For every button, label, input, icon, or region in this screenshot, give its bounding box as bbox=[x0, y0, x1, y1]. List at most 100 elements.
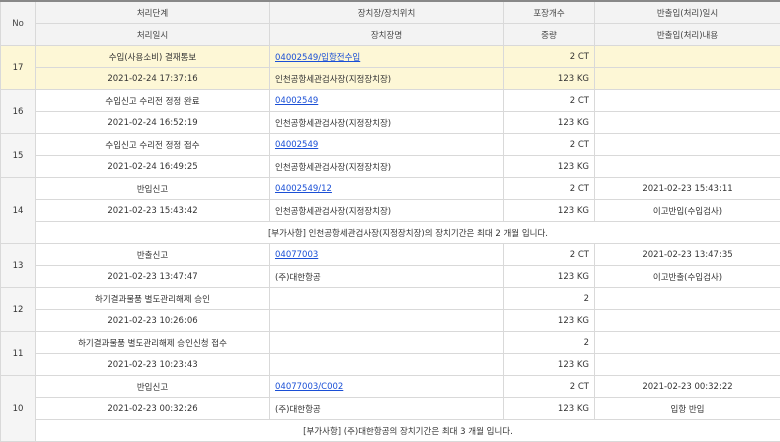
row-inout-detail bbox=[595, 112, 780, 134]
table-row-sub: 2021-02-23 10:23:43 123 KG bbox=[1, 354, 780, 376]
header-inout-date: 반출입(처리)일시 bbox=[595, 1, 780, 24]
row-packages: 2 CT bbox=[504, 178, 595, 200]
row-proc-date: 2021-02-24 17:37:16 bbox=[36, 68, 270, 90]
table-row-sub: 2021-02-24 17:37:16인천공항세관검사장(지정장치장)123 K… bbox=[1, 68, 780, 90]
row-location-name bbox=[270, 310, 504, 332]
row-location-name: 인천공항세관검사장(지정장치장) bbox=[270, 68, 504, 90]
row-weight: 123 KG bbox=[504, 266, 595, 288]
row-stage: 반입신고 bbox=[36, 178, 270, 200]
row-proc-date: 2021-02-24 16:49:25 bbox=[36, 156, 270, 178]
row-location-name: 인천공항세관검사장(지정장치장) bbox=[270, 112, 504, 134]
row-number: 12 bbox=[1, 288, 36, 332]
row-proc-date: 2021-02-23 15:43:42 bbox=[36, 200, 270, 222]
row-location-code bbox=[270, 288, 504, 310]
row-weight: 123 KG bbox=[504, 156, 595, 178]
location-link[interactable]: 04002549 bbox=[275, 96, 318, 106]
location-link[interactable]: 04002549/12 bbox=[275, 184, 332, 194]
header-proc-date: 처리일시 bbox=[36, 24, 270, 46]
table-row-sub: 2021-02-24 16:52:19인천공항세관검사장(지정장치장)123 K… bbox=[1, 112, 780, 134]
table-row-note: [부가사항] 인천공항세관검사장(지정장치장)의 장치기간은 최대 2 개월 입… bbox=[1, 222, 780, 244]
row-stage: 하기결과물품 별도관리해제 승인신청 접수 bbox=[36, 332, 270, 354]
row-packages: 2 bbox=[504, 332, 595, 354]
row-location-name: 인천공항세관검사장(지정장치장) bbox=[270, 156, 504, 178]
header-packages: 포장개수 bbox=[504, 1, 595, 24]
row-note: [부가사항] (주)대한항공의 장치기간은 최대 3 개월 입니다. bbox=[36, 420, 780, 442]
table-body: 17수입(사용소비) 결재통보04002549/입항전수입2 CT2021-02… bbox=[1, 46, 780, 442]
row-proc-date: 2021-02-23 10:26:06 bbox=[36, 310, 270, 332]
row-number: 11 bbox=[1, 332, 36, 376]
row-inout-date bbox=[595, 90, 780, 112]
location-link[interactable]: 04077003 bbox=[275, 250, 318, 260]
row-inout-date bbox=[595, 332, 780, 354]
table-header: No 처리단계 장치장/장치위치 포장개수 반출입(처리)일시 처리일시 장치장… bbox=[1, 1, 780, 46]
row-packages: 2 CT bbox=[504, 244, 595, 266]
row-packages: 2 CT bbox=[504, 376, 595, 398]
row-inout-date: 2021-02-23 00:32:22 bbox=[595, 376, 780, 398]
row-weight: 123 KG bbox=[504, 68, 595, 90]
row-proc-date: 2021-02-24 16:52:19 bbox=[36, 112, 270, 134]
row-weight: 123 KG bbox=[504, 310, 595, 332]
row-location-name bbox=[270, 354, 504, 376]
header-location: 장치장/장치위치 bbox=[270, 1, 504, 24]
row-note: [부가사항] 인천공항세관검사장(지정장치장)의 장치기간은 최대 2 개월 입… bbox=[36, 222, 780, 244]
table-row: 16수입신고 수리전 정정 완료040025492 CT bbox=[1, 90, 780, 112]
table-row: 13반출신고040770032 CT2021-02-23 13:47:35 bbox=[1, 244, 780, 266]
row-weight: 123 KG bbox=[504, 112, 595, 134]
row-inout-date bbox=[595, 46, 780, 68]
header-stage: 처리단계 bbox=[36, 1, 270, 24]
table-row-sub: 2021-02-23 00:32:26(주)대한항공123 KG입항 반입 bbox=[1, 398, 780, 420]
table-row: 11하기결과물품 별도관리해제 승인신청 접수2 bbox=[1, 332, 780, 354]
location-link[interactable]: 04002549/입항전수입 bbox=[275, 53, 360, 63]
row-inout-detail bbox=[595, 310, 780, 332]
row-proc-date: 2021-02-23 13:47:47 bbox=[36, 266, 270, 288]
row-inout-date: 2021-02-23 13:47:35 bbox=[595, 244, 780, 266]
table-row: 15수입신고 수리전 정정 접수040025492 CT bbox=[1, 134, 780, 156]
row-number: 15 bbox=[1, 134, 36, 178]
location-link[interactable]: 04002549 bbox=[275, 140, 318, 150]
header-inout-detail: 반출입(처리)내용 bbox=[595, 24, 780, 46]
row-stage: 수입(사용소비) 결재통보 bbox=[36, 46, 270, 68]
row-location-code[interactable]: 04002549/12 bbox=[270, 178, 504, 200]
row-inout-date: 2021-02-23 15:43:11 bbox=[595, 178, 780, 200]
row-location-code[interactable]: 04002549/입항전수입 bbox=[270, 46, 504, 68]
row-packages: 2 bbox=[504, 288, 595, 310]
cargo-progress-table: No 처리단계 장치장/장치위치 포장개수 반출입(처리)일시 처리일시 장치장… bbox=[0, 0, 780, 442]
table-row-sub: 2021-02-23 10:26:06 123 KG bbox=[1, 310, 780, 332]
row-weight: 123 KG bbox=[504, 200, 595, 222]
table-row: 10반입신고04077003/C0022 CT2021-02-23 00:32:… bbox=[1, 376, 780, 398]
table-row: 14반입신고04002549/122 CT2021-02-23 15:43:11 bbox=[1, 178, 780, 200]
row-stage: 수입신고 수리전 정정 접수 bbox=[36, 134, 270, 156]
row-inout-detail: 이고반출(수입검사) bbox=[595, 266, 780, 288]
row-weight: 123 KG bbox=[504, 398, 595, 420]
table-row: 12하기결과물품 별도관리해제 승인2 bbox=[1, 288, 780, 310]
row-number: 17 bbox=[1, 46, 36, 90]
header-location-name: 장치장명 bbox=[270, 24, 504, 46]
row-inout-date bbox=[595, 134, 780, 156]
row-number: 13 bbox=[1, 244, 36, 288]
row-number: 10 bbox=[1, 376, 36, 442]
row-stage: 반출신고 bbox=[36, 244, 270, 266]
row-inout-detail bbox=[595, 68, 780, 90]
row-location-name: (주)대한항공 bbox=[270, 266, 504, 288]
row-location-name: (주)대한항공 bbox=[270, 398, 504, 420]
table-row-sub: 2021-02-24 16:49:25인천공항세관검사장(지정장치장)123 K… bbox=[1, 156, 780, 178]
row-inout-detail: 입항 반입 bbox=[595, 398, 780, 420]
row-inout-detail: 이고반입(수입검사) bbox=[595, 200, 780, 222]
header-no: No bbox=[1, 1, 36, 46]
row-weight: 123 KG bbox=[504, 354, 595, 376]
row-stage: 반입신고 bbox=[36, 376, 270, 398]
table-row: 17수입(사용소비) 결재통보04002549/입항전수입2 CT bbox=[1, 46, 780, 68]
row-inout-detail bbox=[595, 354, 780, 376]
row-packages: 2 CT bbox=[504, 90, 595, 112]
row-proc-date: 2021-02-23 00:32:26 bbox=[36, 398, 270, 420]
row-inout-date bbox=[595, 288, 780, 310]
row-location-code[interactable]: 04002549 bbox=[270, 90, 504, 112]
row-inout-detail bbox=[595, 156, 780, 178]
row-location-code bbox=[270, 332, 504, 354]
row-proc-date: 2021-02-23 10:23:43 bbox=[36, 354, 270, 376]
row-location-code[interactable]: 04002549 bbox=[270, 134, 504, 156]
row-location-code[interactable]: 04077003 bbox=[270, 244, 504, 266]
table-row-sub: 2021-02-23 13:47:47(주)대한항공123 KG이고반출(수입검… bbox=[1, 266, 780, 288]
location-link[interactable]: 04077003/C002 bbox=[275, 382, 343, 392]
row-location-code[interactable]: 04077003/C002 bbox=[270, 376, 504, 398]
